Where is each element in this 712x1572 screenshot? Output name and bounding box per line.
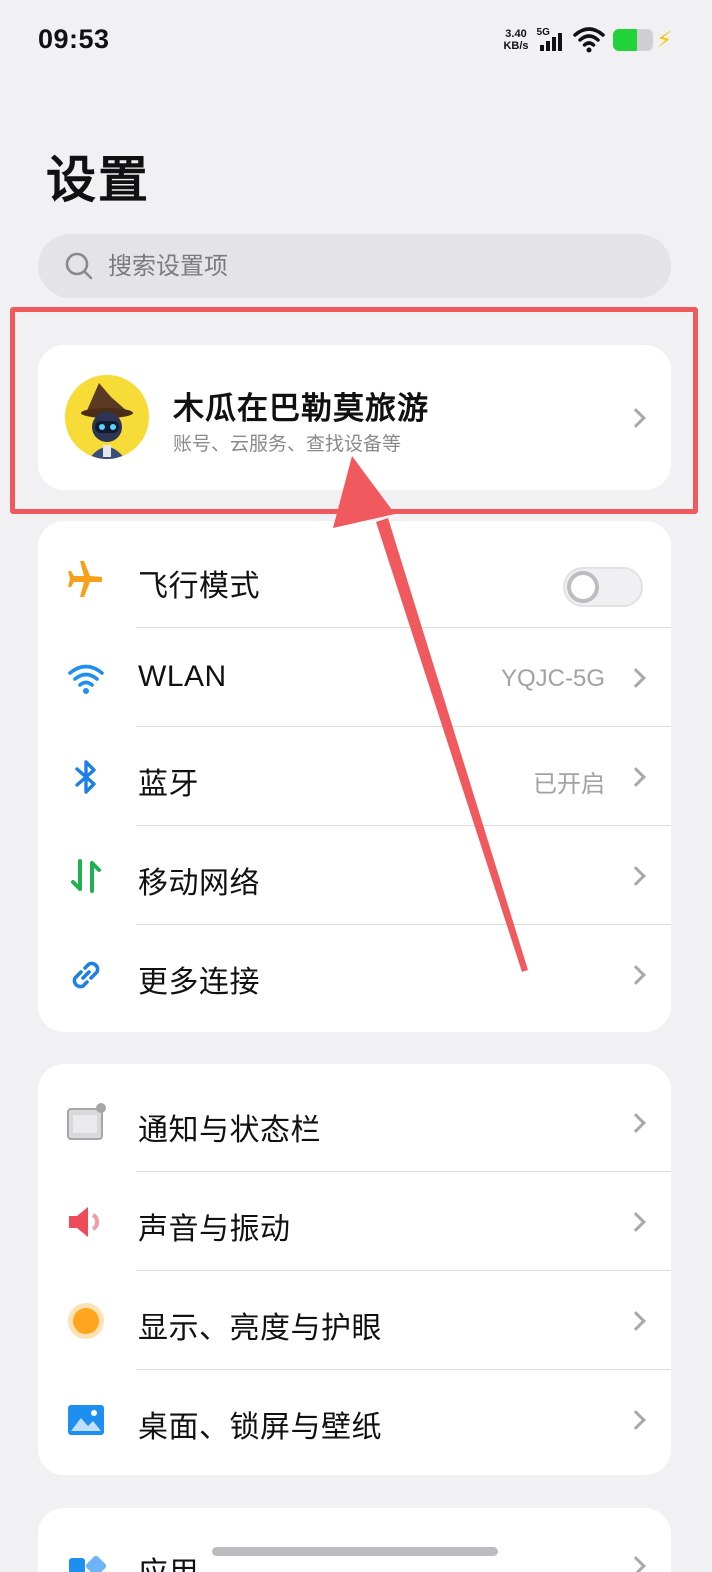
settings-item-label: 通知与状态栏 xyxy=(138,1113,321,1148)
network-speed-unit: KB/s xyxy=(503,40,529,52)
settings-item-label: 更多连接 xyxy=(138,965,260,1000)
bluetooth-status: 已开启 xyxy=(533,770,605,798)
toggle-knob xyxy=(567,571,599,603)
search-input[interactable] xyxy=(108,252,628,280)
settings-item-label: 声音与振动 xyxy=(138,1212,291,1247)
chevron-right-icon xyxy=(626,767,646,787)
chevron-right-icon xyxy=(626,1212,646,1232)
wifi-status-icon xyxy=(572,27,605,53)
brightness-icon xyxy=(68,1303,104,1339)
settings-item-wlan[interactable]: WLAN YQJC-5G xyxy=(38,628,671,727)
network-speed: 3.40 KB/s xyxy=(503,28,528,52)
personalization-group: 通知与状态栏 声音与振动 显示、亮度与护眼 桌面、锁屏与壁纸 xyxy=(38,1064,671,1475)
network-type-label: 5G xyxy=(536,27,550,38)
apps-group: 应用 xyxy=(38,1508,671,1572)
link-icon xyxy=(72,961,100,989)
settings-item-label: 桌面、锁屏与壁纸 xyxy=(138,1410,382,1445)
status-bar: 09:53 3.40 KB/s 5G ⚡ xyxy=(0,0,712,80)
settings-item-label: 显示、亮度与护眼 xyxy=(138,1311,382,1346)
settings-item-notifications[interactable]: 通知与状态栏 xyxy=(38,1073,671,1172)
wlan-network-name: YQJC-5G xyxy=(500,665,605,692)
chevron-right-icon xyxy=(626,1556,646,1572)
settings-item-label: WLAN xyxy=(138,660,227,693)
chevron-right-icon xyxy=(626,965,646,985)
settings-item-label: 移动网络 xyxy=(138,866,260,901)
battery-level xyxy=(612,29,637,51)
settings-item-bluetooth[interactable]: 蓝牙 已开启 xyxy=(38,727,671,826)
search-icon xyxy=(65,252,93,280)
chevron-right-icon xyxy=(626,866,646,886)
settings-item-label: 蓝牙 xyxy=(138,767,199,802)
notification-icon xyxy=(67,1103,106,1140)
wifi-icon xyxy=(68,664,104,694)
home-indicator[interactable] xyxy=(212,1547,498,1556)
settings-item-label: 应用 xyxy=(138,1548,199,1572)
settings-item-mobile-network[interactable]: 移动网络 xyxy=(38,826,671,925)
chevron-right-icon xyxy=(626,1113,646,1133)
settings-item-airplane-mode[interactable]: 飞行模式 xyxy=(38,529,671,628)
speaker-icon xyxy=(69,1207,100,1237)
battery-icon xyxy=(612,29,653,51)
network-speed-value: 3.40 xyxy=(505,28,527,40)
cellular-signal-icon: 5G xyxy=(537,27,565,53)
airplane-icon xyxy=(68,561,102,597)
apps-icon xyxy=(69,1555,106,1572)
annotation-highlight-box xyxy=(10,307,698,514)
settings-item-sound[interactable]: 声音与振动 xyxy=(38,1172,671,1271)
page-title: 设置 xyxy=(46,151,150,209)
connectivity-group: 飞行模式 WLAN YQJC-5G 蓝牙 已开启 移动网络 更多连接 xyxy=(38,521,671,1032)
chevron-right-icon xyxy=(626,668,646,688)
mobile-network-icon xyxy=(71,859,101,893)
search-bar[interactable] xyxy=(38,234,671,298)
settings-item-display[interactable]: 显示、亮度与护眼 xyxy=(38,1271,671,1370)
airplane-mode-toggle[interactable] xyxy=(563,567,643,607)
settings-item-wallpaper[interactable]: 桌面、锁屏与壁纸 xyxy=(38,1370,671,1469)
chevron-right-icon xyxy=(626,1410,646,1430)
wallpaper-icon xyxy=(68,1405,104,1435)
bluetooth-icon xyxy=(75,760,96,794)
status-icons: 3.40 KB/s 5G ⚡ xyxy=(503,24,672,56)
settings-item-apps[interactable]: 应用 xyxy=(38,1516,671,1572)
settings-item-more-connections[interactable]: 更多连接 xyxy=(38,925,671,1024)
charging-bolt-icon: ⚡ xyxy=(656,27,672,53)
chevron-right-icon xyxy=(626,1311,646,1331)
settings-item-label: 飞行模式 xyxy=(138,569,260,604)
status-time: 09:53 xyxy=(38,24,110,54)
